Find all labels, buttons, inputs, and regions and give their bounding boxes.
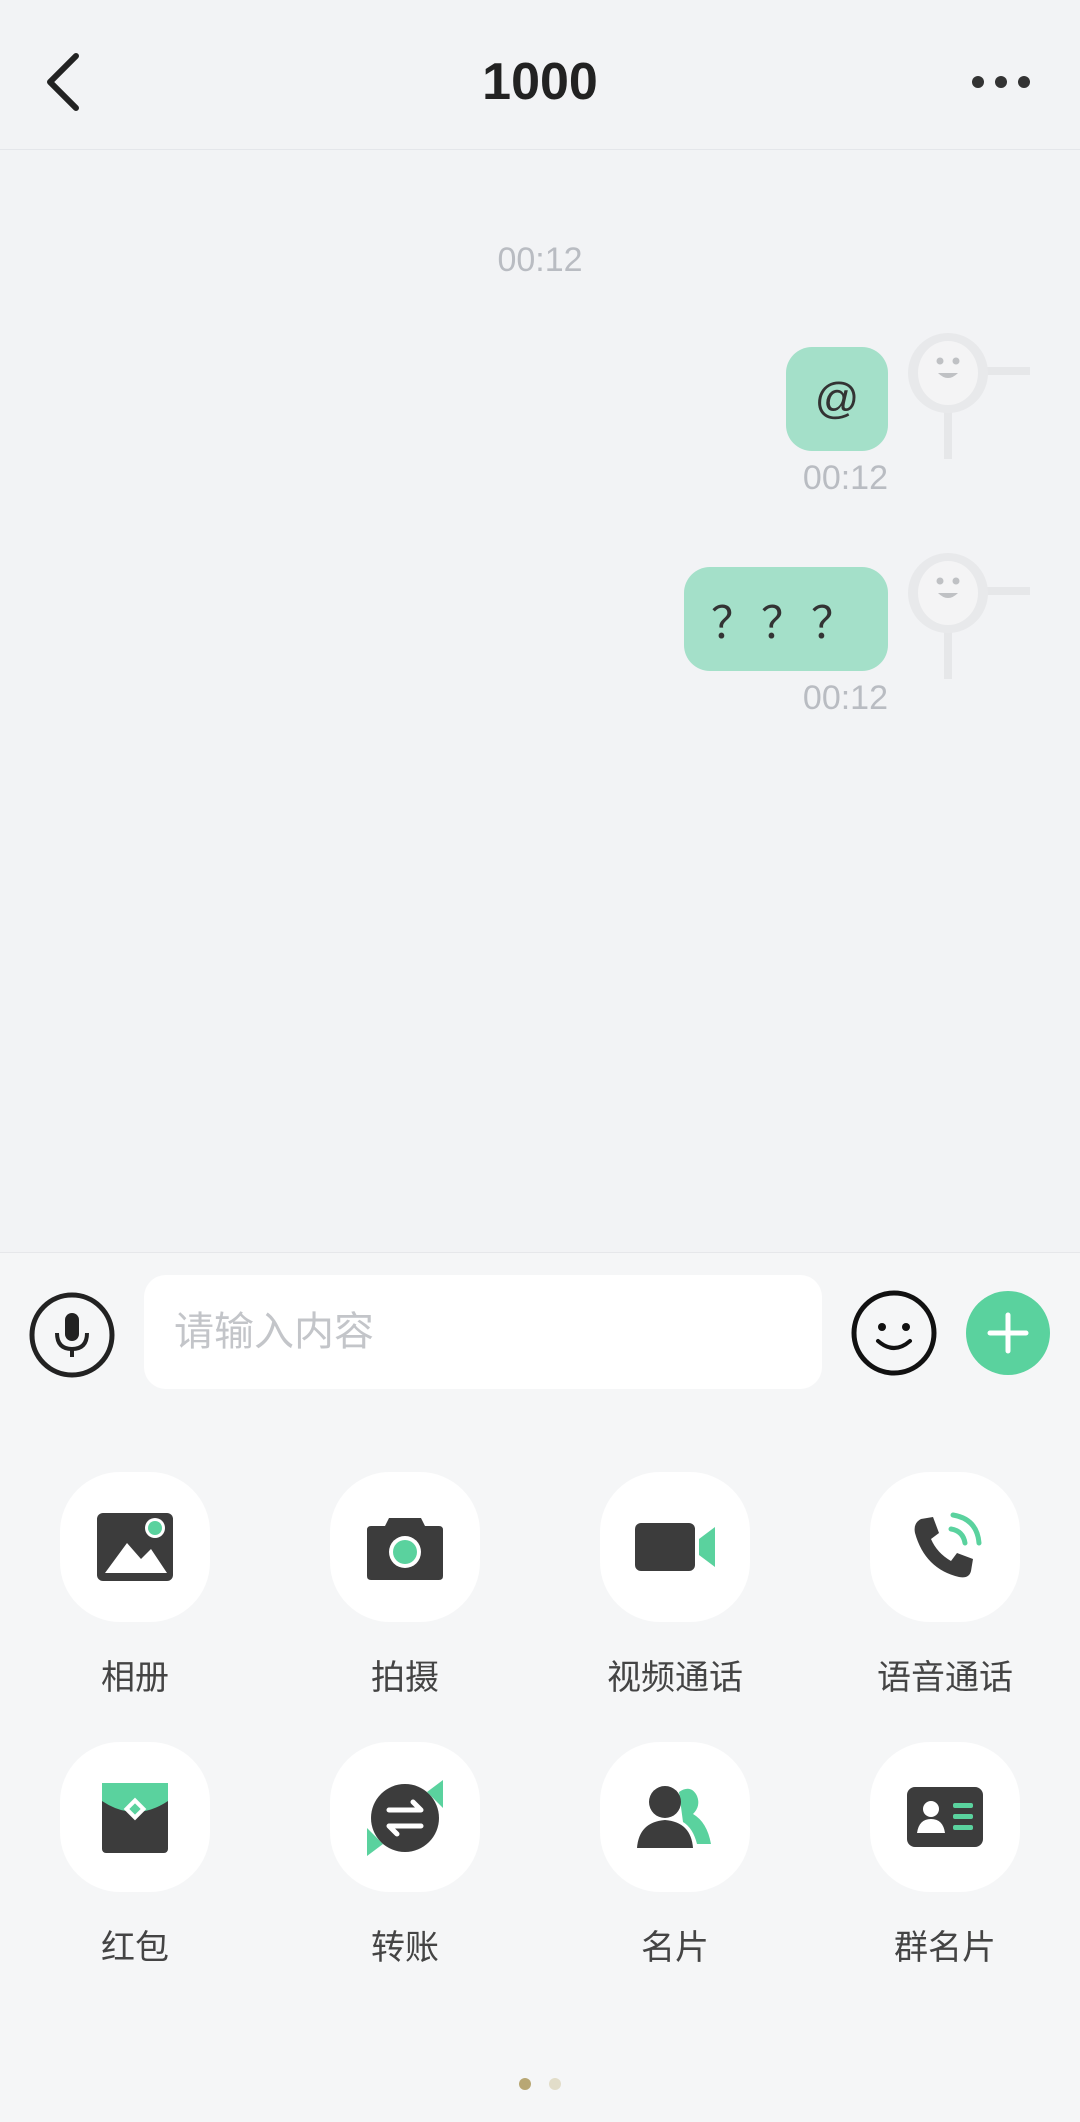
page-dot[interactable] [549,2078,561,2090]
tool-label: 群名片 [894,1928,996,1968]
emoji-button[interactable] [850,1289,938,1377]
microphone-icon [29,1292,115,1378]
tool-label: 名片 [641,1928,709,1968]
input-bar [0,1252,1080,1402]
avatar[interactable] [900,551,1030,681]
more-horizontal-icon [972,76,1030,88]
chat-screen: 1000 00:12 @ 00:12 ？？？ 00:12 请输入内容 相册 拍摄… [0,0,1080,2122]
avatar[interactable] [900,331,1030,461]
transfer-icon [367,1780,443,1856]
page-indicator [0,2078,1080,2090]
tool-contact-card[interactable]: 名片 [540,1742,810,1982]
album-icon [97,1513,173,1581]
tool-red-packet[interactable]: 红包 [0,1742,270,1982]
page-title: 1000 [482,53,598,111]
tool-label: 红包 [101,1928,169,1968]
more-tools-button[interactable] [964,1289,1052,1377]
red-packet-icon [102,1783,168,1853]
group-card-icon [907,1787,983,1847]
tool-video-call[interactable]: 视频通话 [540,1472,810,1712]
voice-call-icon [914,1512,982,1578]
plus-icon [966,1291,1050,1375]
message-input[interactable] [144,1275,822,1389]
tool-transfer[interactable]: 转账 [270,1742,540,1982]
tool-group-card[interactable]: 群名片 [810,1742,1080,1982]
message-list[interactable]: 00:12 @ 00:12 ？？？ 00:12 [0,151,1080,1251]
tool-voice-call[interactable]: 语音通话 [810,1472,1080,1712]
tool-label: 转账 [371,1928,439,1968]
message-bubble[interactable]: @ [786,347,888,451]
message-time: 00:12 [802,679,888,717]
contact-card-icon [637,1786,711,1848]
tool-camera[interactable]: 拍摄 [270,1472,540,1712]
tool-album[interactable]: 相册 [0,1472,270,1712]
smile-icon [851,1290,937,1376]
page-dot-active[interactable] [519,2078,531,2090]
time-separator: 00:12 [497,241,583,279]
message-bubble[interactable]: ？？？ [684,567,888,671]
header-bar: 1000 [0,0,1080,150]
tool-label: 语音通话 [877,1658,1013,1698]
tools-panel: 相册 拍摄 视频通话 语音通话 红包 转账 名片 群名片 [0,1402,1080,2122]
message-time: 00:12 [802,459,888,497]
tool-label: 视频通话 [607,1658,743,1698]
tool-label: 相册 [101,1658,169,1698]
video-call-icon [635,1523,715,1571]
voice-input-button[interactable] [28,1291,116,1379]
camera-icon [367,1518,443,1580]
more-button[interactable] [966,62,1036,102]
tool-label: 拍摄 [371,1658,439,1698]
